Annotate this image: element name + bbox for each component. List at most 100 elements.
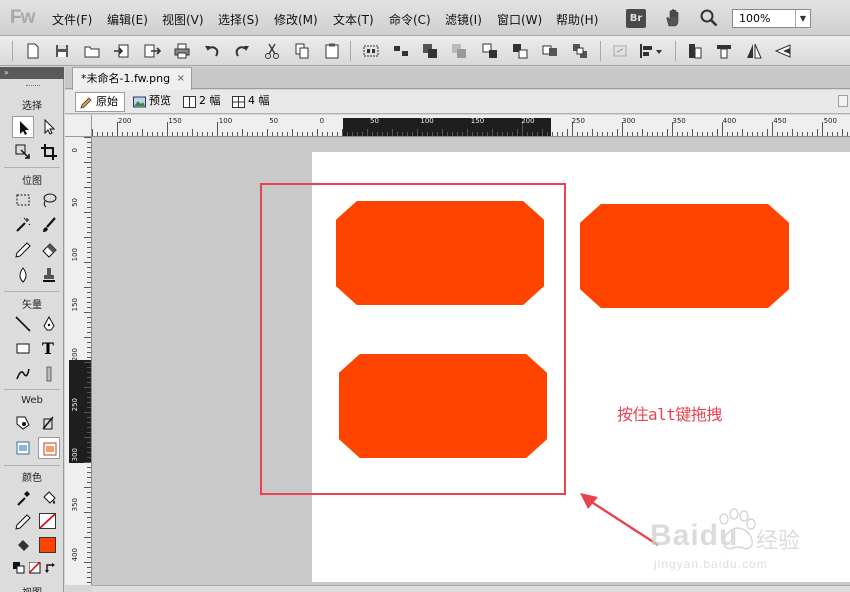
bring-forward-icon[interactable]: [511, 42, 529, 60]
page-icon[interactable]: [838, 95, 848, 107]
pen-tool[interactable]: [38, 313, 60, 335]
rectangle-tool[interactable]: [12, 338, 34, 360]
document-tab[interactable]: *未命名-1.fw.png ×: [72, 67, 192, 90]
bridge-button[interactable]: Br: [626, 9, 646, 28]
freeform-icon: [16, 368, 30, 380]
cut-icon[interactable]: [263, 42, 281, 60]
hotspot-tool[interactable]: [12, 412, 34, 434]
copy-icon[interactable]: [293, 42, 311, 60]
menu-help[interactable]: 帮助(H): [556, 11, 598, 28]
freeform-tool[interactable]: [12, 363, 34, 385]
tab-original[interactable]: 原始: [75, 92, 125, 112]
menu-filters[interactable]: 滤镜(I): [445, 11, 482, 28]
menu-edit[interactable]: 编辑(E): [107, 11, 148, 28]
panel-collapse-button[interactable]: »: [0, 67, 64, 79]
vertical-ruler[interactable]: 0 50 100 150 200 250 300 350 400: [65, 137, 92, 585]
zoom-level-select[interactable]: 100% ▼: [732, 9, 811, 28]
line-tool[interactable]: [12, 313, 34, 335]
text-tool[interactable]: T: [38, 338, 60, 360]
ruler-tick: [727, 132, 728, 136]
save-icon[interactable]: [53, 42, 71, 60]
menu-select[interactable]: 选择(S): [218, 11, 259, 28]
crop-tool[interactable]: [38, 141, 60, 163]
horizontal-ruler[interactable]: 200 150 100 50 0 50 100 150 200 250 300 350 400 450 50…: [92, 115, 850, 137]
ruler-label: 100: [420, 117, 434, 125]
hand-icon[interactable]: [663, 8, 683, 28]
fill-color-tool[interactable]: [12, 535, 34, 557]
menu-file[interactable]: 文件(F): [52, 11, 92, 28]
knife-tool[interactable]: [38, 363, 60, 385]
marquee-tool[interactable]: [12, 189, 34, 211]
ruler-tick: [212, 132, 213, 136]
subselect-tool[interactable]: [38, 116, 60, 138]
swap-colors-icon[interactable]: [45, 562, 57, 574]
eraser-tool[interactable]: [38, 239, 60, 261]
ungroup-icon[interactable]: [392, 42, 410, 60]
ruler-tick: [87, 172, 91, 173]
join-icon[interactable]: [421, 42, 439, 60]
ruler-corner[interactable]: [65, 115, 92, 137]
tab-preview[interactable]: 预览: [129, 92, 177, 112]
watermark-brand-cn: 经验: [756, 529, 801, 554]
split-icon[interactable]: [450, 42, 468, 60]
orange-rounded-rectangle[interactable]: [580, 204, 789, 308]
rotate-right-icon[interactable]: [715, 42, 733, 60]
flip-vertical-icon[interactable]: [774, 42, 792, 60]
send-backward-icon[interactable]: [541, 42, 559, 60]
menu-text[interactable]: 文本(T): [333, 11, 374, 28]
slice-tool[interactable]: [38, 412, 60, 434]
tab-four-up[interactable]: 4 幅: [228, 92, 274, 112]
ruler-tick: [582, 132, 583, 136]
zoom-icon[interactable]: [699, 8, 719, 28]
ruler-tick: [87, 342, 91, 343]
horizontal-scrollbar[interactable]: [92, 585, 850, 592]
hide-slices-button[interactable]: [12, 437, 34, 459]
close-icon[interactable]: ×: [177, 68, 185, 89]
paste-icon[interactable]: [323, 42, 341, 60]
magic-wand-tool[interactable]: [12, 214, 34, 236]
eyedropper-tool[interactable]: [12, 487, 34, 509]
import-icon[interactable]: [113, 42, 131, 60]
pencil-tool[interactable]: [12, 239, 34, 261]
panel-grip[interactable]: [26, 85, 40, 88]
align-dropdown-icon[interactable]: [638, 42, 664, 60]
no-color-icon[interactable]: [29, 562, 41, 574]
lasso-tool[interactable]: [38, 189, 60, 211]
flip-horizontal-icon[interactable]: [745, 42, 763, 60]
bring-to-front-icon[interactable]: [481, 42, 499, 60]
paint-bucket-tool[interactable]: [38, 487, 60, 509]
ruler-tick: [87, 197, 91, 198]
stroke-color-tool[interactable]: [12, 511, 34, 533]
send-to-back-icon[interactable]: [571, 42, 589, 60]
ruler-tick: [87, 422, 91, 423]
pointer-tool[interactable]: [12, 116, 34, 138]
default-colors-icon[interactable]: [13, 562, 25, 574]
menu-commands[interactable]: 命令(C): [389, 11, 431, 28]
menu-view[interactable]: 视图(V): [162, 11, 204, 28]
export-icon[interactable]: [143, 42, 161, 60]
undo-icon[interactable]: [203, 42, 221, 60]
group-icon[interactable]: [362, 42, 380, 60]
rubber-stamp-tool[interactable]: [38, 264, 60, 286]
hotspot-icon: [16, 416, 30, 430]
open-folder-icon[interactable]: [83, 42, 101, 60]
redo-icon[interactable]: [233, 42, 251, 60]
swap-icon[interactable]: [611, 42, 629, 60]
print-icon[interactable]: [173, 42, 191, 60]
show-slices-button[interactable]: [38, 437, 60, 459]
fill-color-swatch[interactable]: [37, 535, 59, 557]
brush-tool[interactable]: [38, 214, 60, 236]
scale-tool[interactable]: [12, 141, 34, 163]
new-document-icon[interactable]: [24, 42, 42, 60]
rotate-left-icon[interactable]: [686, 42, 704, 60]
menu-modify[interactable]: 修改(M): [274, 11, 318, 28]
section-label-color: 颜色: [22, 473, 42, 484]
tab-two-up[interactable]: 2 幅: [179, 92, 225, 112]
stroke-color-swatch[interactable]: [37, 511, 59, 533]
ruler-tick: [207, 132, 208, 136]
ruler-tick: [87, 217, 91, 218]
blur-tool[interactable]: [12, 264, 34, 286]
menu-window[interactable]: 窗口(W): [497, 11, 542, 28]
ruler-tick: [84, 387, 91, 388]
chevron-down-icon[interactable]: ▼: [795, 10, 810, 27]
